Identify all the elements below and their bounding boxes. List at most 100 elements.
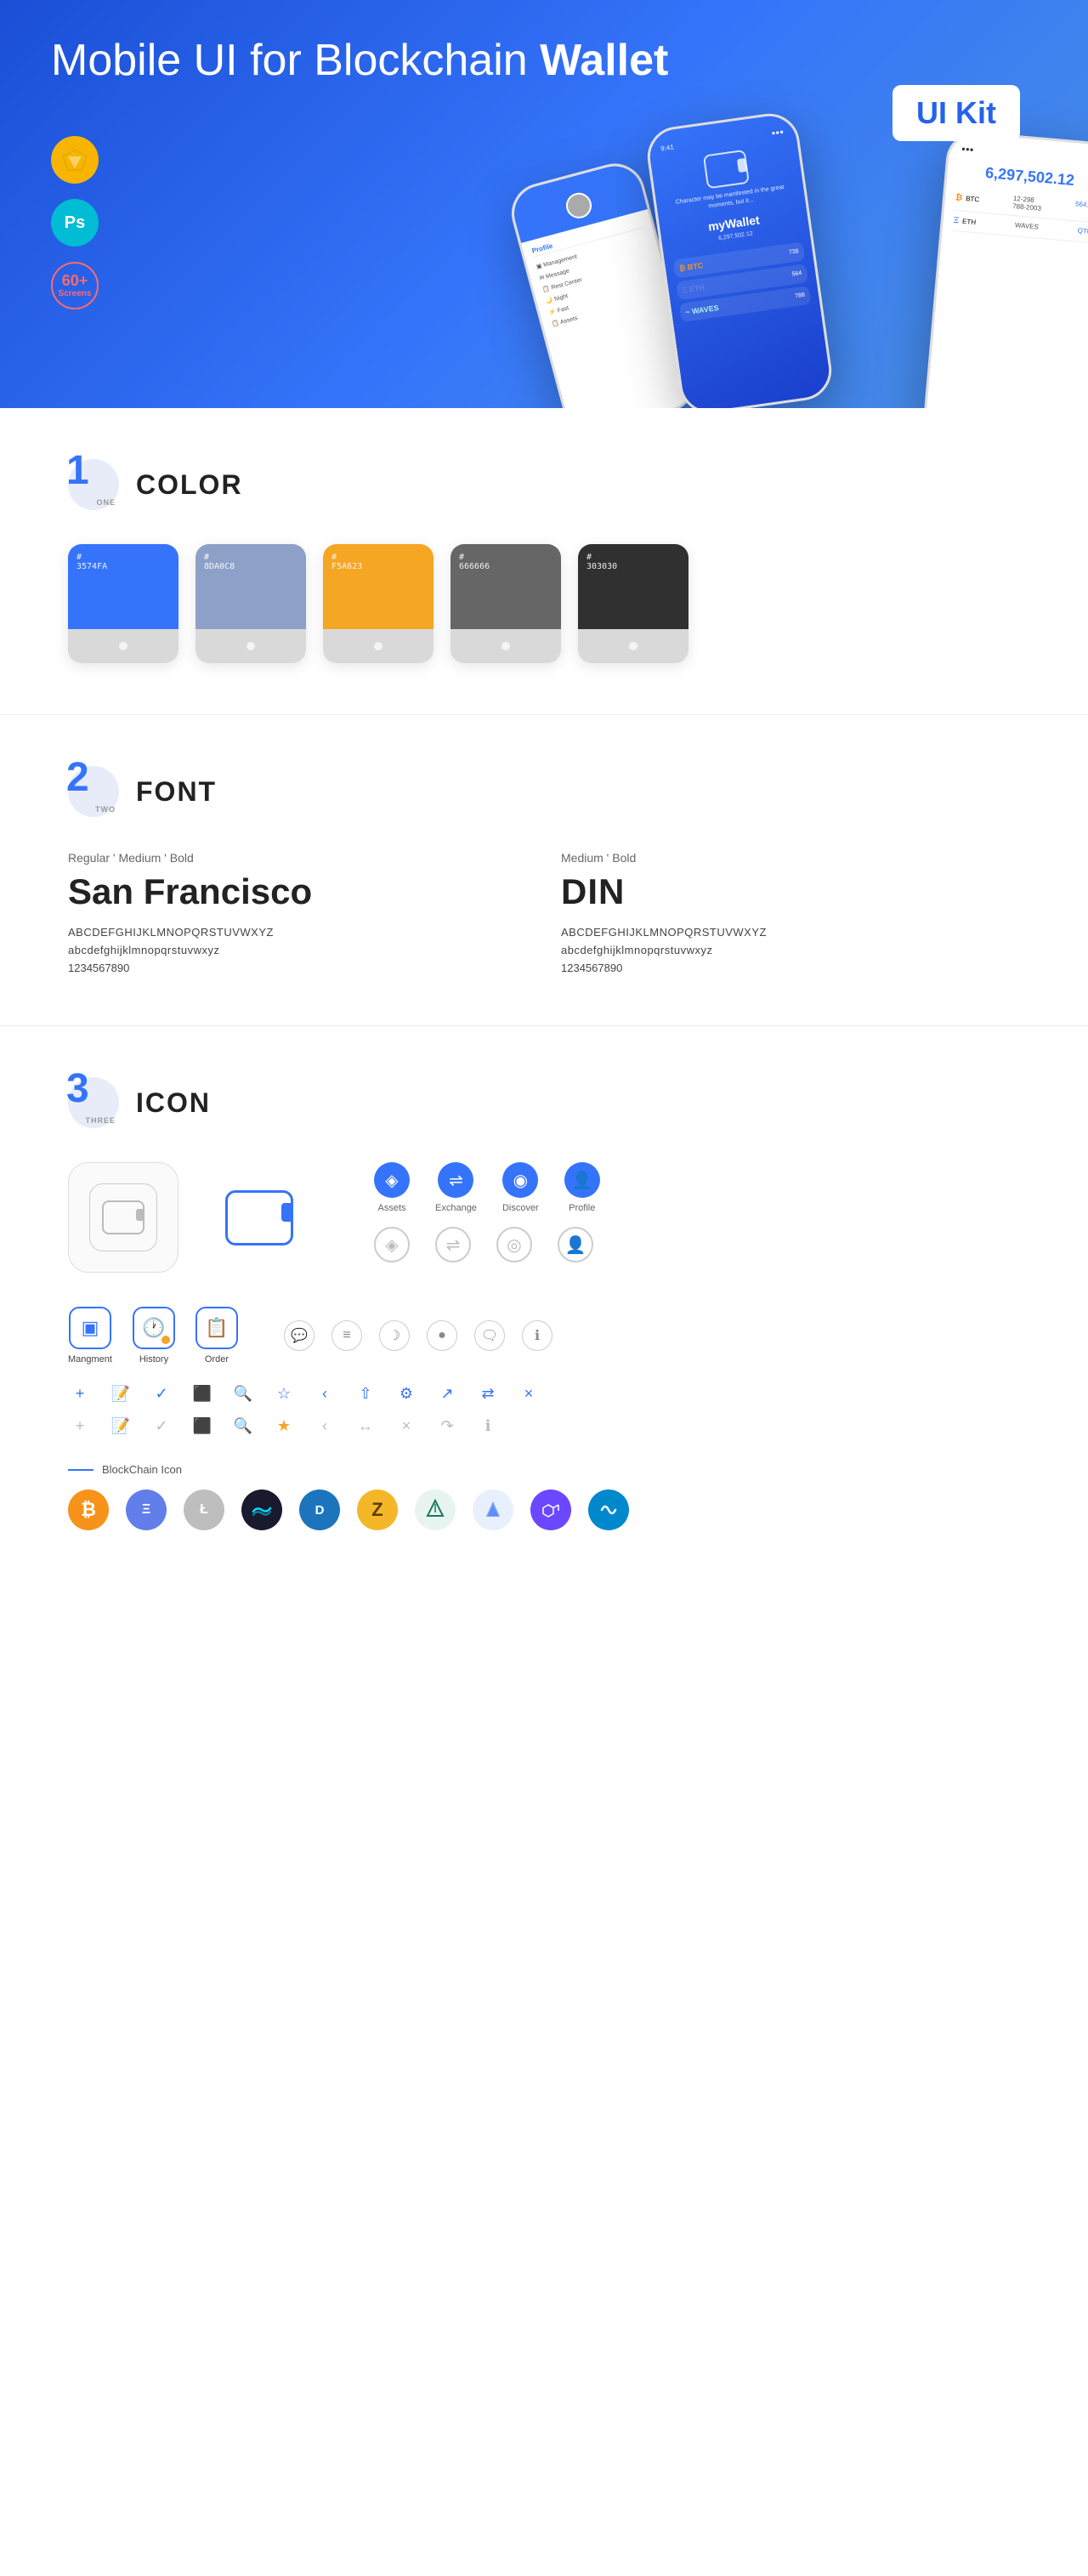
tool-badges: Ps 60+ Screens bbox=[51, 136, 99, 309]
qr-icon: ⬛ bbox=[190, 1382, 214, 1405]
profile-outline-icon: 👤 bbox=[558, 1227, 593, 1262]
dash-icon: D bbox=[299, 1489, 340, 1530]
waves-icon bbox=[241, 1489, 282, 1530]
phones-mockup: Profile ▣ Management ✉ Message 📋 Rest Ce… bbox=[527, 17, 1088, 408]
wallet-icon-blue-wrap bbox=[204, 1162, 314, 1273]
litecoin-icon: Ł bbox=[184, 1489, 224, 1530]
section-1-number: 1 ONE bbox=[68, 459, 119, 510]
color-swatches: #3574FA #8DA0C8 #F5A623 #666666 #303030 bbox=[68, 544, 1020, 663]
iota-icon bbox=[415, 1489, 456, 1530]
color-section: 1 ONE COLOR #3574FA #8DA0C8 #F5A623 #666… bbox=[0, 408, 1088, 714]
document-gray-icon: 📝 bbox=[109, 1414, 133, 1438]
color-card-dark: #303030 bbox=[578, 544, 688, 663]
gray-icons-row: 💬 ≡ ☽ ● 🗨 ℹ bbox=[284, 1320, 552, 1351]
icon-exchange-outline: ⇌ bbox=[435, 1227, 471, 1262]
info-gray-icon: ℹ bbox=[476, 1414, 500, 1438]
ethereum-icon: Ξ bbox=[126, 1489, 167, 1530]
check-gray-icon: ✓ bbox=[150, 1414, 173, 1438]
management-icon: ▣ bbox=[69, 1307, 111, 1349]
utility-icons-gray: + 📝 ✓ ⬛ 🔍 ★ ‹ ↔ × ↷ ℹ bbox=[68, 1414, 1020, 1438]
tab-management: ▣ Mangment bbox=[68, 1307, 112, 1365]
qr-gray-icon: ⬛ bbox=[190, 1414, 214, 1438]
switch-icon: ⇄ bbox=[476, 1382, 500, 1405]
profile-icon: 👤 bbox=[564, 1162, 600, 1198]
stack-icon: ≡ bbox=[332, 1320, 362, 1351]
font-section: 2 TWO FONT Regular ' Medium ' Bold San F… bbox=[0, 715, 1088, 1025]
share-icon: ⇧ bbox=[354, 1382, 377, 1405]
x-gray-icon: × bbox=[394, 1414, 418, 1438]
tab-order: 📋 Order bbox=[196, 1307, 238, 1365]
icon-profile-outline: 👤 bbox=[558, 1227, 593, 1262]
ps-badge: Ps bbox=[51, 199, 99, 247]
icon-profile: 👤 Profile bbox=[564, 1162, 600, 1213]
color-card-gray: #666666 bbox=[450, 544, 561, 663]
arrow-gray-icon: ↔ bbox=[354, 1414, 377, 1438]
section-2-number: 2 TWO bbox=[68, 766, 119, 817]
color-title: COLOR bbox=[136, 469, 243, 501]
ark-icon bbox=[473, 1489, 513, 1530]
plus-gray-icon: + bbox=[68, 1414, 92, 1438]
document-edit-icon: 📝 bbox=[109, 1382, 133, 1405]
font-sf: Regular ' Medium ' Bold San Francisco AB… bbox=[68, 851, 527, 974]
icon-exchange: ⇌ Exchange bbox=[435, 1162, 477, 1213]
redo-gray-icon: ↷ bbox=[435, 1414, 459, 1438]
plus-icon: + bbox=[68, 1382, 92, 1405]
discover-icon: ◉ bbox=[502, 1162, 538, 1198]
chevron-left-gray-icon: ‹ bbox=[313, 1414, 337, 1438]
nav-icons-area: ◈ Assets ⇌ Exchange ◉ Discover 👤 Profile bbox=[374, 1162, 600, 1262]
star-filled-icon: ★ bbox=[272, 1414, 296, 1438]
icon-section: 3 THREE ICON ◈ Assets ⇌ Excha bbox=[0, 1026, 1088, 1581]
blockchain-icon-label: BlockChain Icon bbox=[68, 1463, 1020, 1476]
icon-discover-outline: ◎ bbox=[496, 1227, 532, 1262]
search-icon: 🔍 bbox=[231, 1382, 255, 1405]
color-card-orange: #F5A623 bbox=[323, 544, 434, 663]
discover-outline-icon: ◎ bbox=[496, 1227, 532, 1262]
utility-icons-blue: + 📝 ✓ ⬛ 🔍 ☆ ‹ ⇧ ⚙ ↗ ⇄ × bbox=[68, 1382, 1020, 1405]
color-card-blue: #3574FA bbox=[68, 544, 178, 663]
phone-right: ●●●+ 6,297,502.12 ₿BTC 12-298788-2003 56… bbox=[922, 129, 1088, 408]
color-card-steel: #8DA0C8 bbox=[196, 544, 306, 663]
font-grid: Regular ' Medium ' Bold San Francisco AB… bbox=[68, 851, 1020, 974]
icon-title: ICON bbox=[136, 1087, 211, 1119]
circle-icon: ● bbox=[427, 1320, 457, 1351]
search-gray-icon: 🔍 bbox=[231, 1414, 255, 1438]
info-icon: ℹ bbox=[522, 1320, 552, 1351]
icon-design-area: ◈ Assets ⇌ Exchange ◉ Discover 👤 Profile bbox=[68, 1162, 1020, 1273]
tab-icons-row: ▣ Mangment 🕐 History 📋 Order 💬 ≡ ☽ ● 🗨 ℹ bbox=[68, 1307, 1020, 1365]
settings-icon: ⚙ bbox=[394, 1382, 418, 1405]
icon-assets: ◈ Assets bbox=[374, 1162, 410, 1213]
blockchain-line bbox=[68, 1469, 94, 1471]
moon-icon: ☽ bbox=[379, 1320, 410, 1351]
font-din: Medium ' Bold DIN ABCDEFGHIJKLMNOPQRSTUV… bbox=[561, 851, 1020, 974]
icon-assets-outline: ◈ bbox=[374, 1227, 410, 1262]
sn-icon bbox=[588, 1489, 629, 1530]
wallet-icon-outline bbox=[102, 1200, 144, 1234]
font-title: FONT bbox=[136, 776, 217, 808]
polygon-icon bbox=[530, 1489, 571, 1530]
chat-icon: 💬 bbox=[284, 1320, 314, 1351]
assets-icon: ◈ bbox=[374, 1162, 410, 1198]
hero-section: Mobile UI for Blockchain Wallet UI Kit P… bbox=[0, 0, 1088, 408]
icon-discover: ◉ Discover bbox=[502, 1162, 539, 1213]
history-icon: 🕐 bbox=[133, 1307, 175, 1349]
bitcoin-icon: ₿ bbox=[68, 1489, 109, 1530]
wallet-icon-blue bbox=[225, 1190, 293, 1245]
check-icon: ✓ bbox=[150, 1382, 173, 1405]
crypto-icons-row: ₿ Ξ Ł D Z bbox=[68, 1489, 1020, 1530]
icon-guide-outer bbox=[68, 1162, 178, 1273]
zcash-icon: Z bbox=[357, 1489, 398, 1530]
tab-history: 🕐 History bbox=[133, 1307, 175, 1365]
assets-outline-icon: ◈ bbox=[374, 1227, 410, 1262]
order-icon: 📋 bbox=[196, 1307, 238, 1349]
exchange-icon: ⇌ bbox=[438, 1162, 473, 1198]
chevron-left-icon: ‹ bbox=[313, 1382, 337, 1405]
icon-guide-inner bbox=[89, 1183, 157, 1251]
exchange-outline-icon: ⇌ bbox=[435, 1227, 471, 1262]
sketch-badge bbox=[51, 136, 99, 184]
close-icon: × bbox=[517, 1382, 541, 1405]
star-icon: ☆ bbox=[272, 1382, 296, 1405]
message-icon: 🗨 bbox=[474, 1320, 505, 1351]
screens-badge: 60+ Screens bbox=[51, 262, 99, 309]
section-3-number: 3 THREE bbox=[68, 1077, 119, 1128]
ui-kit-badge: UI Kit bbox=[892, 85, 1020, 141]
